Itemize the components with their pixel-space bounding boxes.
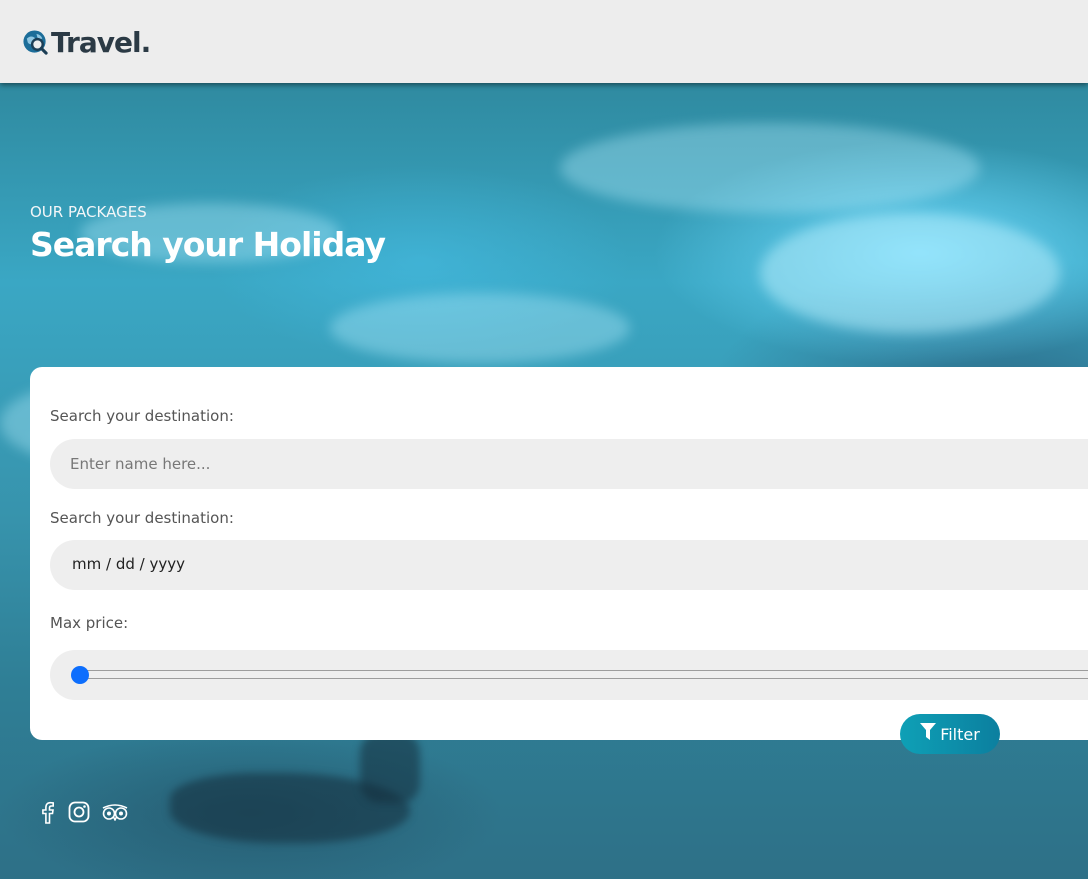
destination-label: Search your destination: <box>50 407 234 425</box>
tripadvisor-icon[interactable] <box>102 803 128 825</box>
destination-input[interactable] <box>50 439 1088 489</box>
max-price-label: Max price: <box>50 614 129 632</box>
globe-search-icon <box>23 30 48 55</box>
instagram-icon[interactable] <box>68 801 90 827</box>
max-price-slider[interactable] <box>50 650 1088 700</box>
date-input-value: mm / dd / yyyy <box>72 555 185 573</box>
social-links <box>38 800 140 828</box>
filter-button[interactable]: Filter <box>900 714 1000 754</box>
page-title: Search your Holiday <box>30 225 386 264</box>
slider-track <box>80 670 1088 679</box>
search-form: Search your destination: Search your des… <box>30 367 1088 740</box>
date-input[interactable]: mm / dd / yyyy <box>50 540 1088 590</box>
hero-intro: OUR PACKAGES Search your Holiday <box>30 203 386 264</box>
date-label: Search your destination: <box>50 509 234 527</box>
slider-thumb[interactable] <box>71 666 89 684</box>
section-eyebrow: OUR PACKAGES <box>30 203 147 221</box>
brand-logo[interactable]: Travel. <box>22 26 151 59</box>
brand-name: Travel. <box>51 26 151 59</box>
funnel-icon <box>920 723 937 740</box>
filter-button-label: Filter <box>940 724 980 744</box>
site-header: Travel. <box>0 0 1088 83</box>
facebook-icon[interactable] <box>38 800 56 828</box>
